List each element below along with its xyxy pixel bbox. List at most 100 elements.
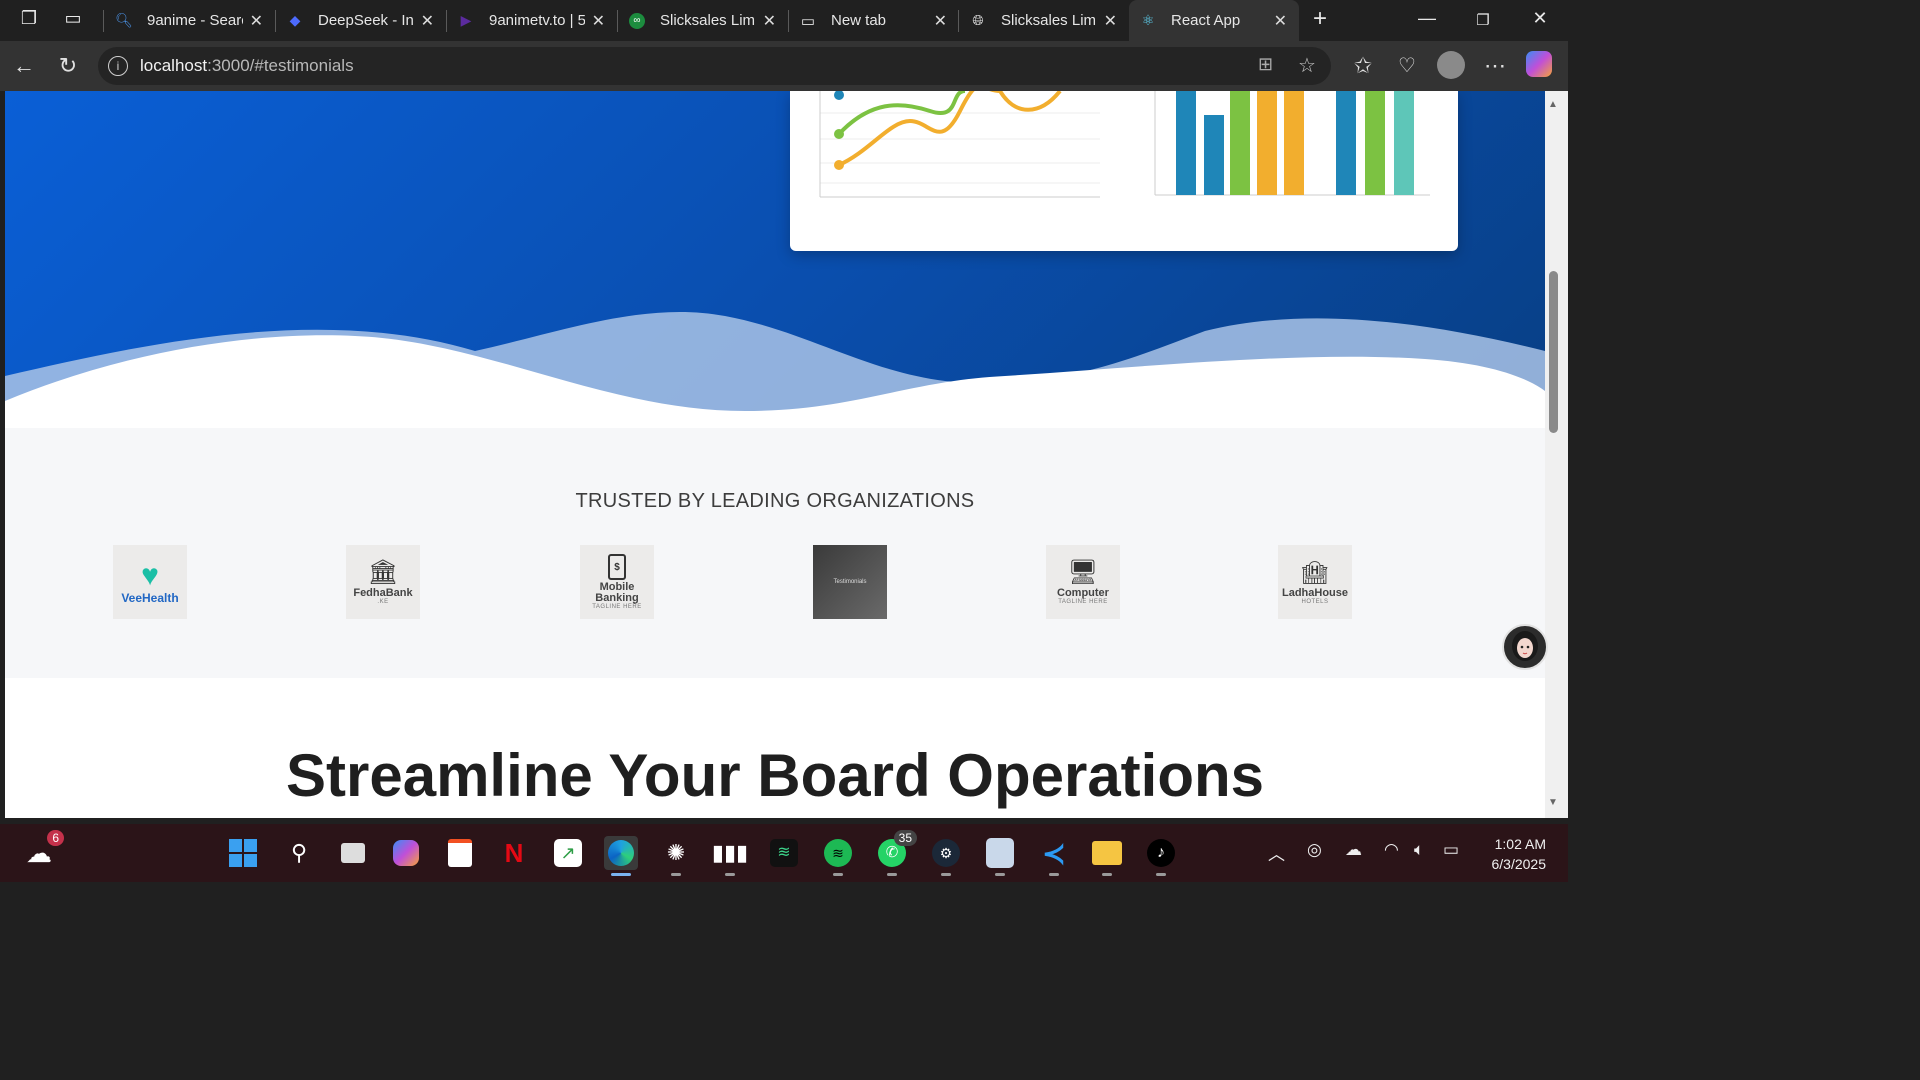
refresh-icon[interactable]: ↻ — [55, 53, 81, 79]
onedrive-cloud-icon[interactable]: ☁ — [1345, 840, 1362, 860]
audio-analyzer-icon[interactable]: ▮▮▮ — [712, 836, 748, 876]
section-headline: Streamline Your Board Operations — [285, 742, 1265, 809]
steam-logo: ⚙ — [932, 839, 960, 867]
tab-title: 9anime - Search — [147, 12, 243, 29]
edge-browser-icon[interactable] — [604, 836, 638, 876]
tab-9anime-search[interactable]: 🔍︎ 9anime - Search ✕ — [105, 0, 275, 41]
logo-fedhabank: 🏛︎ FedhaBank .KE — [346, 545, 420, 619]
favorite-star-icon[interactable]: ☆ — [1298, 53, 1316, 78]
whatsapp-icon[interactable]: ✆ 35 — [875, 830, 917, 876]
running-indicator — [833, 873, 843, 876]
phone-dollar-icon: $ — [608, 554, 626, 580]
wifi-icon[interactable]: ◠ — [1384, 840, 1399, 860]
tab-slicksales-2[interactable]: 🌐︎ Slicksales Limited ✕ — [959, 0, 1129, 41]
logo-square — [229, 839, 242, 852]
scrollbar-thumb[interactable] — [1549, 271, 1558, 433]
browser-tab-bar: ❐ ▭ 🔍︎ 9anime - Search ✕ ◆ DeepSeek - In… — [0, 0, 1568, 41]
back-arrow-icon[interactable]: ← — [11, 53, 37, 79]
tab-new-tab[interactable]: ▭ New tab ✕ — [789, 0, 959, 41]
battery-icon[interactable]: ▭ — [1443, 840, 1459, 860]
close-window-icon[interactable]: ✕ — [1525, 8, 1555, 29]
close-tab-icon[interactable]: ✕ — [421, 11, 434, 31]
app-glyph: ≋ — [770, 839, 798, 867]
active-indicator — [611, 873, 631, 876]
close-tab-icon[interactable]: ✕ — [763, 11, 776, 31]
close-tab-icon[interactable]: ✕ — [592, 11, 605, 31]
steam-icon[interactable]: ⚙ — [929, 836, 963, 876]
microsoft-store-icon[interactable] — [443, 836, 477, 870]
system-clock[interactable]: 1:02 AM 6/3/2025 — [1492, 834, 1547, 874]
spotify-icon[interactable]: ≋ — [821, 836, 855, 876]
url-bar[interactable]: i localhost:3000/#testimonials ⊞ ☆ — [98, 47, 1331, 85]
clock-date: 6/3/2025 — [1491, 856, 1547, 872]
logo-name: FedhaBank — [353, 586, 413, 599]
hero-section — [5, 91, 1545, 429]
task-view-icon[interactable] — [336, 836, 370, 870]
close-tab-icon[interactable]: ✕ — [1274, 11, 1287, 31]
start-button[interactable] — [226, 836, 260, 870]
tab-slicksales-1[interactable]: ∞ Slicksales Limited ✕ — [618, 0, 788, 41]
browser-essentials-icon[interactable]: ♡ — [1394, 53, 1420, 78]
clock-time: 1:02 AM — [1494, 836, 1546, 852]
tab-title: DeepSeek - Into the Unknown — [318, 12, 414, 29]
avatar-app-logo — [986, 838, 1014, 868]
weather-widget-icon[interactable]: ☁ 6 — [22, 830, 64, 870]
more-menu-icon[interactable]: ⋯ — [1482, 53, 1508, 79]
chat-assistant-avatar[interactable] — [1502, 624, 1548, 670]
trusted-organizations-section: TRUSTED BY LEADING ORGANIZATIONS ♥ VeeHe… — [5, 428, 1545, 678]
running-indicator — [941, 873, 951, 876]
restore-icon[interactable]: ❐ — [1468, 11, 1498, 29]
search-icon[interactable]: ⚲ — [282, 836, 316, 870]
tiktok-icon[interactable]: ♪ — [1144, 836, 1178, 876]
tab-react-app[interactable]: ⚛ React App ✕ — [1129, 0, 1299, 41]
running-indicator — [1049, 873, 1059, 876]
logo-square — [229, 854, 242, 867]
favorites-icon[interactable]: ✩ — [1350, 53, 1376, 79]
logo-tagline: HOTELS — [1301, 598, 1329, 605]
stocks-app-icon[interactable]: ↗ — [551, 836, 585, 870]
close-tab-icon[interactable]: ✕ — [934, 11, 947, 31]
search-icon: 🔍︎ — [115, 12, 133, 28]
tab-9animetv[interactable]: ▶ 9animetv.to | 5 ✕ — [447, 0, 617, 41]
running-indicator — [725, 873, 735, 876]
monitor-icon: 🖥︎ — [1067, 558, 1099, 586]
trusted-heading: TRUSTED BY LEADING ORGANIZATIONS — [575, 490, 975, 512]
app-available-icon[interactable]: ⊞ — [1258, 54, 1273, 75]
netflix-icon[interactable]: N — [497, 836, 531, 870]
address-toolbar: ← ↻ i localhost:3000/#testimonials ⊞ ☆ ✩… — [0, 41, 1568, 91]
scroll-down-arrow-icon[interactable]: ▼ — [1548, 797, 1558, 808]
tab-title: New tab — [831, 12, 887, 29]
avatar-app-icon[interactable] — [983, 836, 1017, 876]
copilot-app-icon[interactable] — [389, 836, 423, 870]
url-path: :3000/#testimonials — [207, 56, 354, 75]
tab-actions-icon[interactable]: ▭ — [58, 8, 88, 29]
sync-status-icon[interactable]: ◎ — [1307, 840, 1322, 860]
show-hidden-icons-chevron-icon[interactable]: ︿ — [1268, 840, 1285, 865]
copilot-logo — [393, 840, 419, 866]
workspaces-icon[interactable]: ❐ — [14, 8, 44, 29]
new-tab-button[interactable]: + — [1305, 5, 1335, 33]
logo-ladhahouse: 🏨︎ LadhaHouse HOTELS — [1278, 545, 1352, 619]
minimize-icon[interactable]: — — [1412, 8, 1442, 29]
logo-name: Testimonials — [833, 579, 867, 585]
site-info-icon[interactable]: i — [108, 56, 128, 76]
close-tab-icon[interactable]: ✕ — [1104, 11, 1117, 31]
app-dark-icon[interactable]: ≋ — [767, 836, 801, 870]
profile-avatar[interactable] — [1437, 51, 1465, 85]
logo-mobile-banking: $ Mobile Banking TAGLINE HERE — [580, 545, 654, 619]
chatgpt-icon[interactable]: ✺ — [659, 836, 693, 876]
running-indicator — [1156, 873, 1166, 876]
running-indicator — [1102, 873, 1112, 876]
logo-veehealth: ♥ VeeHealth — [113, 545, 187, 619]
whatsapp-badge: 35 — [893, 830, 917, 846]
tab-deepseek[interactable]: ◆ DeepSeek - Into the Unknown ✕ — [276, 0, 446, 41]
volume-icon[interactable]: 🔈︎ — [1414, 840, 1424, 860]
logo-name: VeeHealth — [121, 590, 179, 605]
vscode-icon[interactable]: ≺ — [1037, 836, 1071, 876]
scroll-up-arrow-icon[interactable]: ▲ — [1548, 99, 1558, 110]
face-shape — [1517, 638, 1533, 658]
page-scrollbar[interactable]: ▲ ▼ — [1545, 91, 1568, 818]
file-explorer-icon[interactable] — [1090, 836, 1124, 876]
close-tab-icon[interactable]: ✕ — [250, 11, 263, 31]
copilot-icon[interactable] — [1526, 51, 1552, 83]
